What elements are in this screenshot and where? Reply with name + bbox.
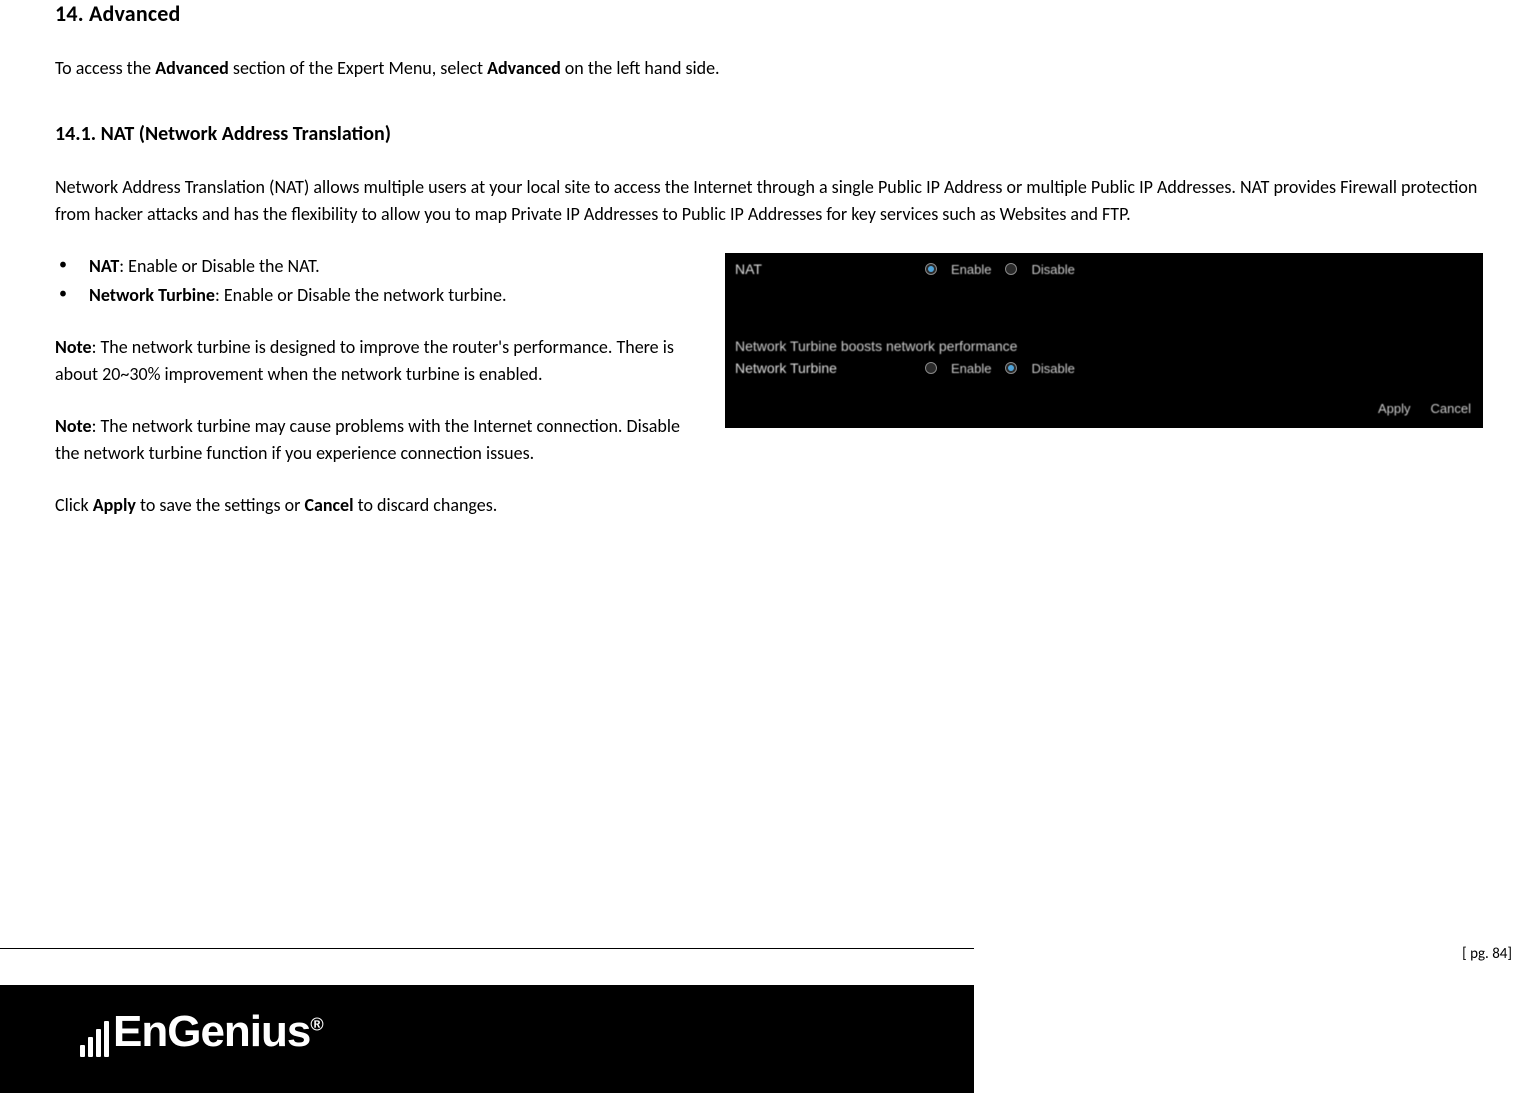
list-item-bold: Network Turbine [89, 284, 215, 306]
nat-disable-label: Disable [1031, 262, 1074, 277]
list-item-text: : Enable or Disable the NAT. [119, 255, 319, 277]
intro-text-3: on the left hand side. [561, 57, 720, 79]
list-item: NAT: Enable or Disable the NAT. [89, 253, 695, 280]
click-text-3: to discard changes. [354, 494, 498, 516]
nat-enable-radio[interactable] [925, 263, 937, 275]
turbine-label: Network Turbine [735, 360, 925, 376]
intro-bold-2: Advanced [487, 57, 561, 79]
note-text: : The network turbine may cause problems… [55, 415, 680, 464]
note-bold: Note [55, 415, 92, 437]
apply-button[interactable]: Apply [1378, 401, 1411, 416]
note-bold: Note [55, 336, 92, 358]
intro-paragraph: To access the Advanced section of the Ex… [55, 55, 1478, 82]
turbine-disable-radio[interactable] [1005, 362, 1017, 374]
list-item-text: : Enable or Disable the network turbine. [215, 284, 507, 306]
note-text: : The network turbine is designed to imp… [55, 336, 674, 385]
intro-bold-1: Advanced [155, 57, 229, 79]
nat-disable-radio[interactable] [1005, 263, 1017, 275]
note-paragraph-2: Note: The network turbine may cause prob… [55, 413, 695, 467]
boost-text: Network Turbine boosts network performan… [725, 336, 1483, 356]
intro-text-2: section of the Expert Menu, select [229, 57, 487, 79]
router-ui-screenshot: NAT Enable Disable Network Turbine boost… [725, 253, 1483, 428]
engenius-logo: EnGenius® [80, 1007, 323, 1057]
click-text-2: to save the settings or [136, 494, 305, 516]
cancel-button[interactable]: Cancel [1431, 401, 1471, 416]
nat-label: NAT [735, 261, 925, 277]
section-heading: 14. Advanced [55, 0, 1478, 27]
click-cancel-bold: Cancel [304, 494, 353, 516]
logo-signal-icon [80, 1021, 109, 1057]
logo-registered-mark: ® [310, 1014, 322, 1034]
list-item: Network Turbine: Enable or Disable the n… [89, 282, 695, 309]
footer-divider [0, 948, 974, 949]
intro-text-1: To access the [55, 57, 155, 79]
turbine-disable-label: Disable [1031, 361, 1074, 376]
note-paragraph-1: Note: The network turbine is designed to… [55, 334, 695, 388]
settings-list: NAT: Enable or Disable the NAT. Network … [55, 253, 695, 309]
click-apply-bold: Apply [93, 494, 136, 516]
list-item-bold: NAT [89, 255, 119, 277]
turbine-enable-label: Enable [951, 361, 991, 376]
logo-text: EnGenius® [113, 1007, 323, 1057]
nat-enable-label: Enable [951, 262, 991, 277]
click-instructions: Click Apply to save the settings or Canc… [55, 492, 695, 519]
turbine-enable-radio[interactable] [925, 362, 937, 374]
description-paragraph: Network Address Translation (NAT) allows… [55, 174, 1478, 228]
subsection-heading: 14.1. NAT (Network Address Translation) [55, 122, 1478, 146]
page-number: [ pg. 84] [1462, 945, 1512, 963]
click-text-1: Click [55, 494, 93, 516]
